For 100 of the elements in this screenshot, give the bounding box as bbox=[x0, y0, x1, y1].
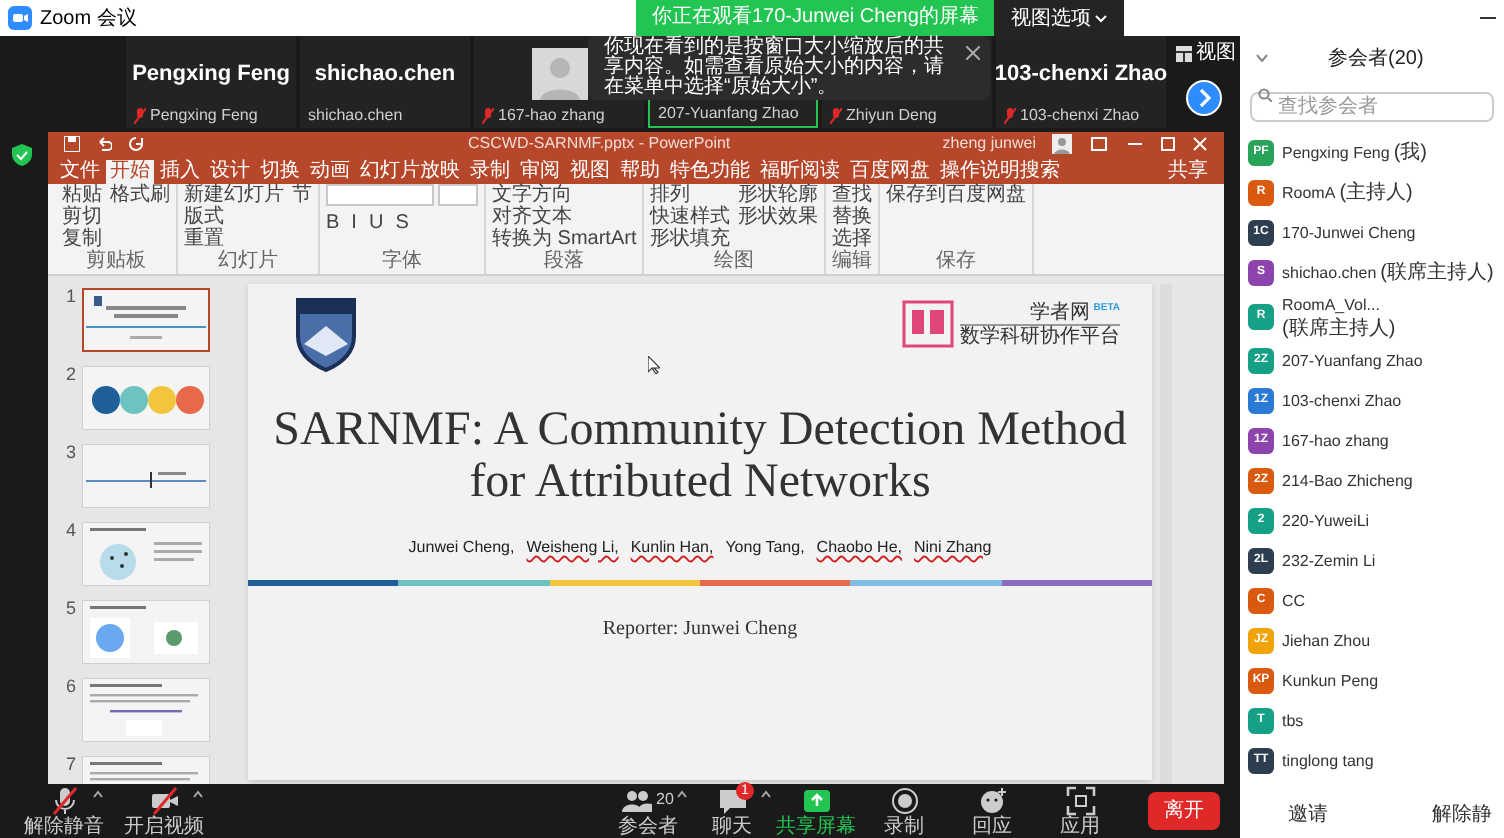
ribbon-button[interactable]: 复制 bbox=[62, 228, 102, 250]
caret-icon[interactable] bbox=[92, 789, 104, 797]
ribbon-tab[interactable]: 插入 bbox=[156, 160, 204, 184]
collapse-caret-icon[interactable] bbox=[1256, 54, 1268, 62]
window-title: Zoom 会议 bbox=[40, 5, 137, 33]
muted-mic-icon bbox=[49, 785, 79, 815]
ribbon-tab[interactable]: 切换 bbox=[256, 160, 304, 184]
ribbon-button[interactable]: 新建幻灯片 bbox=[184, 184, 284, 206]
search-field[interactable]: 查找参会者 bbox=[1250, 92, 1494, 122]
ribbon-button[interactable]: 文字方向 bbox=[492, 184, 637, 206]
ribbon-group-label: 编辑 bbox=[832, 250, 873, 272]
ribbon-tab[interactable]: 设计 bbox=[206, 160, 254, 184]
caret-icon[interactable] bbox=[676, 789, 688, 797]
author-name: Weisheng Li, bbox=[526, 536, 619, 560]
ribbon-group-label: 保存 bbox=[936, 250, 977, 272]
slide-number: 2 bbox=[63, 362, 76, 388]
author-name: Junwei Cheng, bbox=[408, 536, 515, 560]
sharing-banner: 你正在观看170-Junwei Cheng的屏幕 bbox=[636, 0, 995, 36]
view-options-button[interactable]: 视图选项 bbox=[994, 0, 1125, 36]
participant-name: Pengxing Feng bbox=[132, 59, 290, 90]
caret-icon[interactable] bbox=[760, 789, 772, 797]
ribbon-tab[interactable]: 福昕阅读 bbox=[756, 160, 844, 184]
next-page-icon[interactable] bbox=[1186, 80, 1222, 116]
people-icon bbox=[622, 785, 653, 815]
toolbar-button[interactable]: 应用 bbox=[1036, 785, 1124, 837]
font-size-field[interactable] bbox=[438, 184, 478, 206]
participant-name: shichao.chen bbox=[1282, 261, 1377, 285]
ribbon-tab[interactable]: 帮助 bbox=[616, 160, 664, 184]
ribbon-button[interactable]: 重置 bbox=[184, 228, 284, 250]
author-name: Nini Zhang bbox=[914, 536, 992, 560]
slide-number: 7 bbox=[63, 752, 76, 778]
ribbon-tab[interactable]: 录制 bbox=[466, 160, 514, 184]
toolbar-button[interactable]: 解除静音 bbox=[20, 785, 108, 837]
ribbon-tab[interactable]: 百度网盘 bbox=[846, 160, 934, 184]
toolbar-button[interactable]: 共享屏幕 bbox=[772, 785, 860, 837]
ribbon-tab[interactable]: 审阅 bbox=[516, 160, 564, 184]
author-name: Chaobo He, bbox=[816, 536, 902, 560]
participant-role: (我) bbox=[1393, 141, 1427, 163]
ribbon-button[interactable]: B bbox=[326, 212, 340, 234]
user-avatar-icon bbox=[1052, 134, 1072, 154]
ribbon-button[interactable]: 粘贴 bbox=[62, 184, 102, 206]
ribbon-button[interactable]: 排列 bbox=[650, 184, 731, 206]
save-icon[interactable] bbox=[64, 136, 80, 152]
ribbon-button[interactable]: 查找 bbox=[832, 184, 873, 206]
ribbon-tab[interactable]: 特色功能 bbox=[666, 160, 754, 184]
slide-thumbnail[interactable] bbox=[82, 288, 210, 352]
ribbon-group-label: 幻灯片 bbox=[218, 250, 278, 272]
ribbon-tab[interactable]: 幻灯片放映 bbox=[356, 160, 464, 184]
font-name-field[interactable] bbox=[326, 184, 434, 206]
ribbon-tab[interactable]: 视图 bbox=[566, 160, 614, 184]
tile-label: 167-hao zhang bbox=[498, 104, 605, 128]
panel-button[interactable]: 邀请 bbox=[1280, 800, 1336, 830]
ribbon-button[interactable]: 选择 bbox=[832, 228, 873, 250]
ribbon-button[interactable]: 转换为 SmartArt bbox=[492, 228, 637, 250]
ribbon-button[interactable]: 格式刷 bbox=[110, 184, 170, 206]
ribbon-button[interactable]: 版式 bbox=[184, 206, 284, 228]
ribbon-tab[interactable]: 开始 bbox=[106, 160, 154, 184]
reporter-text: Reporter: Junwei Cheng bbox=[602, 616, 798, 644]
ribbon-tab[interactable]: 操作说明搜索 bbox=[936, 160, 1064, 184]
toolbar-button[interactable]: 录制 bbox=[860, 785, 948, 837]
record-icon bbox=[889, 785, 919, 815]
ribbon-button[interactable]: 对齐文本 bbox=[492, 206, 637, 228]
tooltip-text: 你现在看到的是按窗口大小缩放后的共享内容。如需查看原始大小的内容，请在菜单中选择“原始大小”。 bbox=[604, 38, 946, 98]
participant-name: RoomA bbox=[1282, 181, 1336, 205]
ribbon-button[interactable]: 形状轮廓 bbox=[738, 184, 819, 206]
ribbon-button[interactable]: 剪切 bbox=[62, 206, 102, 228]
share-button[interactable]: 共享 bbox=[1160, 160, 1216, 184]
ribbon-button[interactable]: S bbox=[395, 212, 409, 234]
ribbon-tab[interactable]: 动画 bbox=[306, 160, 354, 184]
ribbon-button[interactable]: I bbox=[351, 212, 357, 234]
toolbar-button[interactable]: 开启视频 bbox=[120, 785, 208, 837]
ribbon-group-label: 段落 bbox=[544, 250, 585, 272]
author-name: Kunlin Han, bbox=[630, 536, 714, 560]
ribbon-tab[interactable]: 文件 bbox=[56, 160, 104, 184]
ribbon-button[interactable]: 形状效果 bbox=[738, 206, 819, 228]
ribbon-button[interactable]: U bbox=[368, 212, 384, 234]
tile-label: Zhiyun Deng bbox=[846, 104, 937, 128]
participant-name: shichao.chen bbox=[314, 59, 456, 90]
participant-name: 103-chenxi Zhao bbox=[994, 59, 1168, 90]
caret-icon[interactable] bbox=[192, 789, 204, 797]
panel-button[interactable]: 解除静 bbox=[1424, 800, 1500, 830]
tile-label: shichao.chen bbox=[308, 104, 403, 128]
ribbon-button[interactable]: 形状填充 bbox=[650, 228, 731, 250]
close-icon[interactable] bbox=[966, 46, 980, 60]
user-name: zheng junwei bbox=[942, 132, 1036, 156]
participant-name: 214-Bao Zhicheng bbox=[1282, 469, 1413, 493]
ribbon-button[interactable]: 节 bbox=[292, 184, 312, 206]
toolbar-button[interactable]: 20 参会者 bbox=[604, 785, 692, 837]
redo-icon[interactable] bbox=[128, 136, 144, 152]
participant-name: 167-hao zhang bbox=[1282, 429, 1389, 453]
view-button[interactable]: 视图 bbox=[1176, 38, 1236, 68]
ribbon-button[interactable]: 替换 bbox=[832, 206, 873, 228]
zoom-logo-icon bbox=[8, 6, 32, 30]
ribbon-button[interactable]: 快速样式 bbox=[650, 206, 731, 228]
participant-role: (联席主持人) bbox=[1282, 318, 1396, 340]
toolbar-button[interactable]: 回应 bbox=[948, 785, 1036, 837]
undo-icon[interactable] bbox=[96, 136, 112, 152]
participant-name: 232-Zemin Li bbox=[1282, 549, 1376, 573]
leave-button[interactable]: 离开 bbox=[1148, 792, 1220, 830]
ribbon-button[interactable]: 保存到百度网盘 bbox=[886, 184, 1027, 206]
